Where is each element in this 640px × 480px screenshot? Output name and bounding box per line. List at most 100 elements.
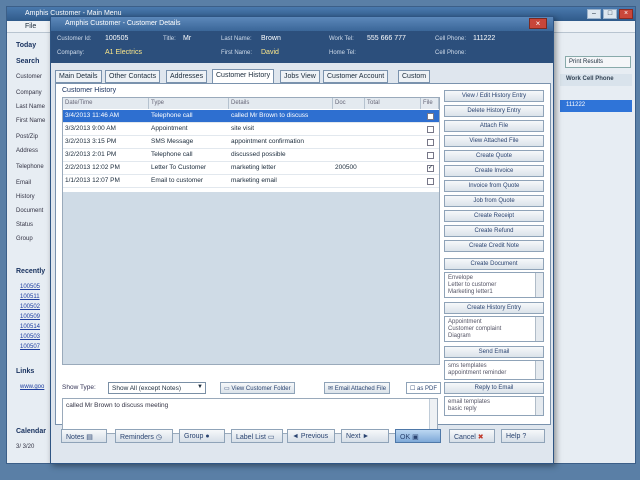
notes-button[interactable]: Notes ▤: [61, 429, 107, 443]
view-edit-history-button[interactable]: View / Edit History Entry: [444, 90, 544, 102]
search-field-label: Email: [16, 180, 32, 186]
row-details: appointment confirmation: [231, 138, 304, 145]
tab-main-details[interactable]: Main Details: [55, 70, 102, 83]
table-row[interactable]: 3/3/2013 9:00 AM Appointment site visit: [63, 123, 439, 136]
template-item[interactable]: Diagram: [448, 333, 540, 340]
show-type-select[interactable]: Show All (except Notes) ▼: [108, 382, 206, 394]
table-row[interactable]: 3/4/2013 11:46 AM Telephone call called …: [63, 110, 439, 123]
template-item[interactable]: basic reply: [448, 406, 540, 413]
help-button[interactable]: Help ?: [501, 429, 545, 443]
create-credit-note-button[interactable]: Create Credit Note: [444, 240, 544, 252]
group-button[interactable]: Group ●: [179, 429, 225, 443]
recent-item[interactable]: 100509: [20, 314, 40, 320]
column-header-doc[interactable]: Doc: [333, 98, 365, 109]
work-cell-phone-header[interactable]: Work Cell Phone: [560, 74, 632, 86]
chevron-down-icon[interactable]: ▼: [197, 384, 203, 390]
reply-to-email-button[interactable]: Reply to Email: [444, 382, 544, 394]
list-scrollbar[interactable]: [535, 361, 543, 379]
column-header-details[interactable]: Details: [229, 98, 333, 109]
history-grid[interactable]: Date/Time Type Details Doc Total File 3/…: [62, 97, 440, 365]
email-attached-file-button[interactable]: ✉ Email Attached File: [324, 382, 391, 394]
template-item[interactable]: appointment reminder: [448, 370, 540, 377]
column-header-type[interactable]: Type: [149, 98, 229, 109]
tab-custom[interactable]: Custom: [398, 70, 431, 83]
link-item[interactable]: www.goo: [20, 384, 44, 390]
dialog-close-button[interactable]: ×: [529, 18, 547, 29]
tab-customer-account[interactable]: Customer Account: [323, 70, 389, 83]
row-file-checkbox[interactable]: ✓: [427, 165, 434, 172]
list-scrollbar[interactable]: [535, 317, 543, 341]
row-file-checkbox[interactable]: [427, 126, 434, 133]
label-icon: ▭: [267, 434, 275, 441]
as-pdf-checkbox[interactable]: ☐ as PDF: [406, 382, 442, 394]
create-quote-button[interactable]: Create Quote: [444, 150, 544, 162]
print-results-button[interactable]: Print Results: [565, 56, 631, 68]
tab-customer-history[interactable]: Customer History: [212, 69, 275, 84]
tab-jobs-view[interactable]: Jobs View: [280, 70, 320, 83]
minimize-button[interactable]: –: [587, 9, 601, 19]
next-button[interactable]: Next ►: [341, 429, 389, 443]
template-item[interactable]: sms templates: [448, 363, 540, 370]
history-template-list[interactable]: Appointment Customer complaint Diagram: [444, 316, 544, 342]
attach-file-button[interactable]: Attach File: [444, 120, 544, 132]
list-scrollbar[interactable]: [535, 273, 543, 297]
send-email-button[interactable]: Send Email: [444, 346, 544, 358]
template-item[interactable]: email templates: [448, 399, 540, 406]
recent-item[interactable]: 100502: [20, 304, 40, 310]
document-template-list[interactable]: Envelope Letter to customer Marketing le…: [444, 272, 544, 298]
calendar-date[interactable]: 3/ 3/20: [16, 444, 34, 450]
maximize-button[interactable]: □: [603, 9, 617, 19]
template-item[interactable]: Letter to customer: [448, 282, 540, 289]
list-scrollbar[interactable]: [535, 397, 543, 415]
table-row[interactable]: 2/2/2013 12:02 PM Letter To Customer mar…: [63, 162, 439, 175]
today-label[interactable]: Today: [16, 42, 36, 49]
reminders-button[interactable]: Reminders ◷: [115, 429, 173, 443]
row-type: Appointment: [151, 125, 188, 132]
tab-addresses[interactable]: Addresses: [166, 70, 208, 83]
table-row[interactable]: 3/2/2013 2:01 PM Telephone call discusse…: [63, 149, 439, 162]
template-item[interactable]: Customer complaint: [448, 326, 540, 333]
create-receipt-button[interactable]: Create Receipt: [444, 210, 544, 222]
template-item[interactable]: Envelope: [448, 275, 540, 282]
notes-scrollbar[interactable]: [429, 399, 437, 433]
recent-item[interactable]: 100507: [20, 344, 40, 350]
email-template-list[interactable]: email templates basic reply: [444, 396, 544, 416]
ok-button[interactable]: OK ▣: [395, 429, 441, 443]
row-file-checkbox[interactable]: [427, 152, 434, 159]
main-close-button[interactable]: ×: [619, 9, 633, 19]
menu-file[interactable]: File: [25, 23, 36, 30]
row-file-checkbox[interactable]: [427, 113, 434, 120]
row-details: discussed possible: [231, 151, 286, 158]
column-header-file[interactable]: File: [421, 98, 439, 109]
delete-history-button[interactable]: Delete History Entry: [444, 105, 544, 117]
sms-template-list[interactable]: sms templates appointment reminder: [444, 360, 544, 380]
recent-item[interactable]: 100505: [20, 284, 40, 290]
create-document-button[interactable]: Create Document: [444, 258, 544, 270]
tab-other-contacts[interactable]: Other Contacts: [105, 70, 161, 83]
first-name-value: David: [261, 49, 279, 56]
view-attached-file-button[interactable]: View Attached File: [444, 135, 544, 147]
recent-item[interactable]: 100511: [20, 294, 40, 300]
cancel-button[interactable]: Cancel ✖: [449, 429, 495, 443]
view-customer-folder-button[interactable]: ▭ View Customer Folder: [220, 382, 295, 394]
recent-item[interactable]: 100514: [20, 324, 40, 330]
template-item[interactable]: Appointment: [448, 319, 540, 326]
column-header-date[interactable]: Date/Time: [63, 98, 149, 109]
row-file-checkbox[interactable]: [427, 139, 434, 146]
recent-item[interactable]: 100503: [20, 334, 40, 340]
cancel-button-label: Cancel: [454, 434, 476, 441]
table-row[interactable]: 1/1/2013 12:07 PM Email to customer mark…: [63, 175, 439, 188]
show-type-row: Show Type: Show All (except Notes) ▼ ▭ V…: [62, 382, 442, 394]
table-row[interactable]: 3/2/2013 3:15 PM SMS Message appointment…: [63, 136, 439, 149]
column-header-total[interactable]: Total: [365, 98, 421, 109]
invoice-from-quote-button[interactable]: Invoice from Quote: [444, 180, 544, 192]
job-from-quote-button[interactable]: Job from Quote: [444, 195, 544, 207]
work-cell-phone-value[interactable]: 111222: [560, 100, 632, 112]
create-refund-button[interactable]: Create Refund: [444, 225, 544, 237]
template-item[interactable]: Marketing letter1: [448, 289, 540, 296]
create-invoice-button[interactable]: Create Invoice: [444, 165, 544, 177]
previous-button[interactable]: ◄ Previous: [287, 429, 335, 443]
create-history-entry-button[interactable]: Create History Entry: [444, 302, 544, 314]
label-list-button[interactable]: Label List ▭: [231, 429, 283, 443]
row-file-checkbox[interactable]: [427, 178, 434, 185]
